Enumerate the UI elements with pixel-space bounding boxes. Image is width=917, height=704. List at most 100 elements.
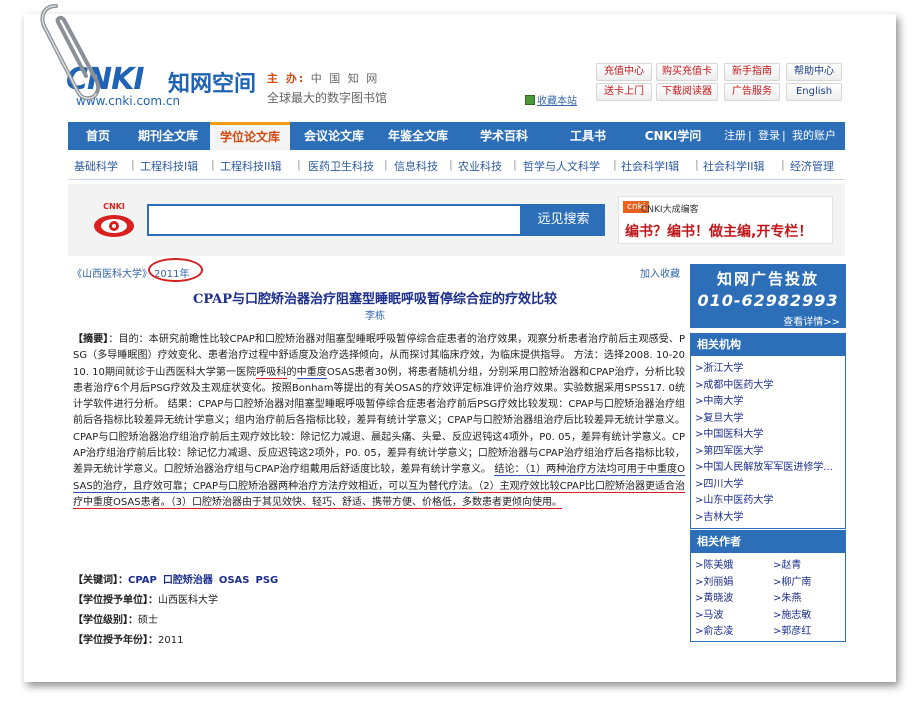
degree-year-label: 【学位授予年份】： (73, 635, 158, 646)
article-abstract: 【摘要】：目的：本研究前瞻性比较CPAP和口腔矫治器对阻塞型睡眠呼吸暂停综合症患… (73, 332, 685, 511)
keyword-link[interactable]: OSAS (219, 575, 250, 586)
degree-unit-label: 【学位授予单位】： (73, 595, 158, 606)
org-link[interactable]: >浙江大学 (695, 359, 845, 376)
cat-social-1[interactable]: 社会科学I辑 (621, 158, 679, 174)
ad-placement-title: 知网广告投放 (716, 270, 819, 288)
author-link[interactable]: >刘丽娟 (695, 573, 773, 590)
favorite-link[interactable]: 收藏本站 (525, 92, 577, 107)
editor-ad-banner[interactable]: cnki CNKI大成编客 编书？编书！做主编,开专栏！ (618, 196, 833, 244)
favorite-label: 收藏本站 (537, 96, 577, 107)
slogan: 全球最大的数字图书馆 (267, 91, 388, 105)
cat-economics[interactable]: 经济管理 (790, 158, 834, 174)
degree-level-label: 【学位级别】： (73, 615, 138, 626)
buy-card-button[interactable]: 购买充值卡 (656, 63, 718, 81)
org-link[interactable]: >第四军医大学 (695, 442, 845, 459)
highlight-moderate-severe: 中重度 (296, 366, 327, 379)
search-input[interactable] (147, 204, 522, 236)
nav-home[interactable]: 首页 (72, 122, 124, 150)
author-link[interactable]: >陈美娥 (695, 556, 773, 573)
abstract-label: 【摘要】 (73, 334, 109, 345)
author-link[interactable]: >柳广南 (773, 573, 845, 590)
add-favorite-link[interactable]: 加入收藏 (640, 265, 680, 280)
keyword-link[interactable]: 口腔矫治器 (163, 575, 213, 586)
main-nav: 首页 期刊全文库 学位论文库 会议论文库 年鉴全文库 学术百科 工具书 CNKI… (68, 122, 845, 150)
org-link[interactable]: >复旦大学 (695, 409, 845, 426)
keywords-row: 【关键词】：CPAP 口腔矫治器 OSAS PSG (73, 571, 284, 586)
author-link[interactable]: >俞志凌 (695, 622, 773, 639)
breadcrumb-school[interactable]: 《山西医科大学》 (72, 265, 152, 280)
recharge-button[interactable]: 充值中心 (596, 63, 652, 81)
cat-engineering-2[interactable]: 工程科技II辑 (220, 158, 282, 174)
keywords-label: 【关键词】： (73, 575, 128, 586)
card-delivery-button[interactable]: 送卡上门 (596, 83, 652, 101)
ad-text: 编书？编书！做主编,开专栏！ (625, 224, 813, 240)
nav-login[interactable]: 登录 (758, 122, 780, 150)
cnki-eye-icon: CNKI (94, 202, 134, 237)
sponsor-name: 中 国 知 网 (310, 72, 380, 85)
degree-level-row: 【学位级别】：硕士 (73, 611, 158, 626)
bookmark-icon (525, 95, 535, 105)
sponsor: 主 办: 中 国 知 网 (267, 70, 379, 86)
author-link[interactable]: >施志敏 (773, 606, 845, 623)
guide-button[interactable]: 新手指南 (724, 63, 780, 81)
org-link[interactable]: >吉林大学 (695, 508, 845, 525)
author-link[interactable]: >马波 (695, 606, 773, 623)
degree-unit-row: 【学位授予单位】：山西医科大学 (73, 591, 218, 606)
help-button[interactable]: 帮助中心 (786, 63, 842, 81)
nav-conferences[interactable]: 会议论文库 (294, 122, 374, 150)
nav-dissertations[interactable]: 学位论文库 (210, 122, 290, 150)
author-link[interactable]: >郭彦红 (773, 622, 845, 639)
degree-unit-value: 山西医科大学 (158, 595, 218, 606)
cat-information[interactable]: 信息科技 (394, 158, 438, 174)
nav-yearbooks[interactable]: 年鉴全文库 (378, 122, 458, 150)
abstract-text-3: OSAS患者30例，将患者随机分组，分别采用口腔矫治器和CPAP治疗，分析比较患… (73, 366, 686, 476)
cat-medicine[interactable]: 医药卫生科技 (308, 158, 374, 174)
ad-placement-banner[interactable]: 知网广告投放 010-62982993 查看详情>> (690, 264, 846, 328)
abstract-text-2: 的 (286, 366, 297, 378)
highlight-respiratory: 呼吸科 (256, 366, 287, 379)
author-link[interactable]: >赵青 (773, 556, 845, 573)
keyword-link[interactable]: PSG (255, 575, 278, 586)
sponsor-label: 主 办: (267, 72, 306, 85)
author-link[interactable]: >黄晓波 (695, 589, 773, 606)
search-button[interactable]: 远见搜索 (522, 204, 605, 236)
cat-philosophy[interactable]: 哲学与人文科学 (523, 158, 600, 174)
nav-encyclopedia[interactable]: 学术百科 (464, 122, 544, 150)
ad-placement-phone: 010-62982993 (697, 291, 839, 310)
nav-cnki-xuewen[interactable]: CNKI学问 (630, 122, 716, 150)
english-button[interactable]: English (786, 83, 842, 101)
org-link[interactable]: >成都中医药大学 (695, 376, 845, 393)
cat-engineering-1[interactable]: 工程科技I辑 (140, 158, 198, 174)
related-authors-title: 相关作者 (691, 531, 845, 553)
org-link[interactable]: >中国人民解放军军医进修学... (695, 458, 845, 475)
article-author[interactable]: 李栋 (70, 307, 680, 322)
keyword-link[interactable]: CPAP (128, 575, 157, 586)
degree-level-value: 硕士 (138, 615, 158, 626)
paperclip-icon (40, 4, 101, 101)
eye-logo-text: CNKI (103, 202, 125, 211)
related-authors-panel: 相关作者 >陈美娥 >赵青 >刘丽娟 >柳广南 >黄晓波 >朱燕 >马波 >施志… (690, 530, 846, 642)
nav-journals[interactable]: 期刊全文库 (128, 122, 208, 150)
ad-service-button[interactable]: 广告服务 (724, 83, 780, 101)
nav-divider: | (748, 129, 752, 142)
download-reader-button[interactable]: 下载阅读器 (656, 83, 718, 101)
ad-tag-label: CNKI大成编客 (641, 205, 699, 215)
author-link[interactable]: >朱燕 (773, 589, 845, 606)
org-link[interactable]: >中国医科大学 (695, 425, 845, 442)
ad-placement-details[interactable]: 查看详情>> (783, 313, 840, 328)
category-nav: 基础科学 | 工程科技I辑 | 工程科技II辑 | 医药卫生科技 | 信息科技 … (68, 152, 845, 180)
cat-agriculture[interactable]: 农业科技 (458, 158, 502, 174)
nav-register[interactable]: 注册 (724, 122, 746, 150)
related-orgs-title: 相关机构 (691, 334, 845, 356)
logo-cn-text: 知网空间 (168, 72, 257, 97)
degree-year-value: 2011 (158, 635, 184, 646)
nav-account[interactable]: 我的账户 (792, 122, 836, 150)
related-orgs-panel: 相关机构 >浙江大学 >成都中医药大学 >中南大学 >复旦大学 >中国医科大学 … (690, 333, 846, 529)
red-circle-annotation (148, 258, 203, 282)
org-link[interactable]: >中南大学 (695, 392, 845, 409)
cat-basic-science[interactable]: 基础科学 (74, 158, 118, 174)
nav-reference[interactable]: 工具书 (550, 122, 626, 150)
cat-social-2[interactable]: 社会科学II辑 (703, 158, 765, 174)
org-link[interactable]: >山东中医药大学 (695, 491, 845, 508)
org-link[interactable]: >四川大学 (695, 475, 845, 492)
